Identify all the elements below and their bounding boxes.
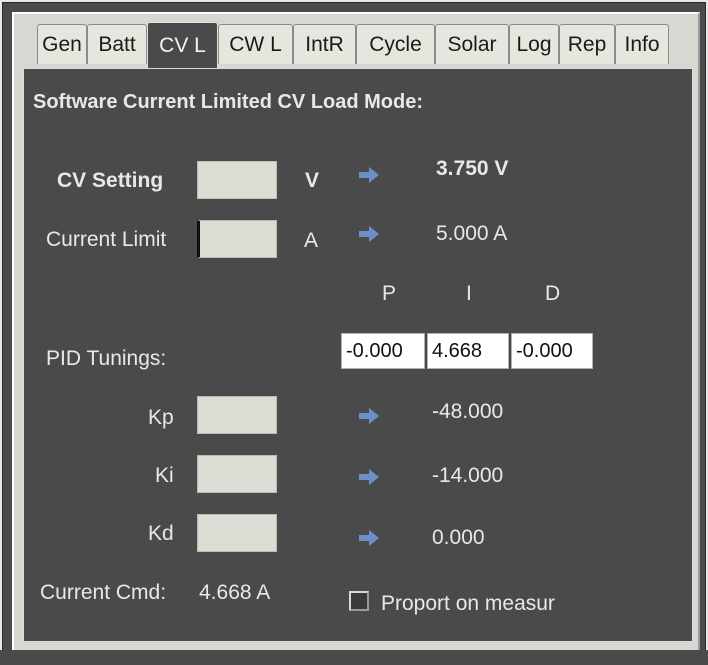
arrow-right-icon xyxy=(359,530,379,546)
cv-setting-readback: 3.750 V xyxy=(436,157,509,180)
pid-header-d: D xyxy=(545,282,561,305)
arrow-right-icon xyxy=(359,469,379,485)
ki-label: Ki xyxy=(155,464,174,487)
pid-i-input[interactable] xyxy=(427,333,509,369)
pid-header-i: I xyxy=(466,282,472,305)
tab-cycle[interactable]: Cycle xyxy=(356,24,435,64)
kp-readback: -48.000 xyxy=(432,400,504,423)
pid-p-input[interactable] xyxy=(341,333,425,369)
tab-batt[interactable]: Batt xyxy=(87,24,147,64)
tab-gen[interactable]: Gen xyxy=(37,24,87,64)
cv-setting-input[interactable] xyxy=(197,161,277,199)
current-cmd-value: 4.668 A xyxy=(199,581,271,604)
tab-log[interactable]: Log xyxy=(509,24,559,64)
current-limit-unit: A xyxy=(304,229,319,252)
proport-on-measur-checkbox[interactable] xyxy=(349,591,369,611)
current-limit-readback: 5.000 A xyxy=(436,222,508,245)
pid-header-p: P xyxy=(382,282,397,305)
pid-tunings-label: PID Tunings: xyxy=(46,347,167,370)
tab-info[interactable]: Info xyxy=(615,24,669,64)
cv-setting-label: CV Setting xyxy=(57,169,164,192)
kd-input[interactable] xyxy=(197,514,277,552)
current-limit-input[interactable] xyxy=(197,220,277,258)
arrow-right-icon xyxy=(359,167,379,183)
ki-readback: -14.000 xyxy=(432,464,504,487)
cv-setting-unit: V xyxy=(305,169,320,192)
kd-label: Kd xyxy=(148,522,174,545)
current-limit-label: Current Limit xyxy=(46,228,167,251)
kp-input[interactable] xyxy=(197,396,277,434)
arrow-right-icon xyxy=(359,408,379,424)
proport-on-measur-label[interactable]: Proport on measur xyxy=(381,592,555,616)
tab-cv-l[interactable]: CV L xyxy=(147,22,218,68)
kp-label: Kp xyxy=(148,406,174,429)
window-bottom-border xyxy=(0,650,708,665)
section-title: Software Current Limited CV Load Mode: xyxy=(33,91,424,113)
tab-intr[interactable]: IntR xyxy=(293,24,356,64)
pid-d-input[interactable] xyxy=(511,333,593,369)
tab-solar[interactable]: Solar xyxy=(435,24,509,64)
arrow-right-icon xyxy=(359,226,379,242)
current-cmd-label: Current Cmd: xyxy=(40,581,167,604)
ki-input[interactable] xyxy=(197,455,277,493)
kd-readback: 0.000 xyxy=(432,526,485,549)
tab-cw-l[interactable]: CW L xyxy=(218,24,293,64)
tab-rep[interactable]: Rep xyxy=(559,24,615,64)
